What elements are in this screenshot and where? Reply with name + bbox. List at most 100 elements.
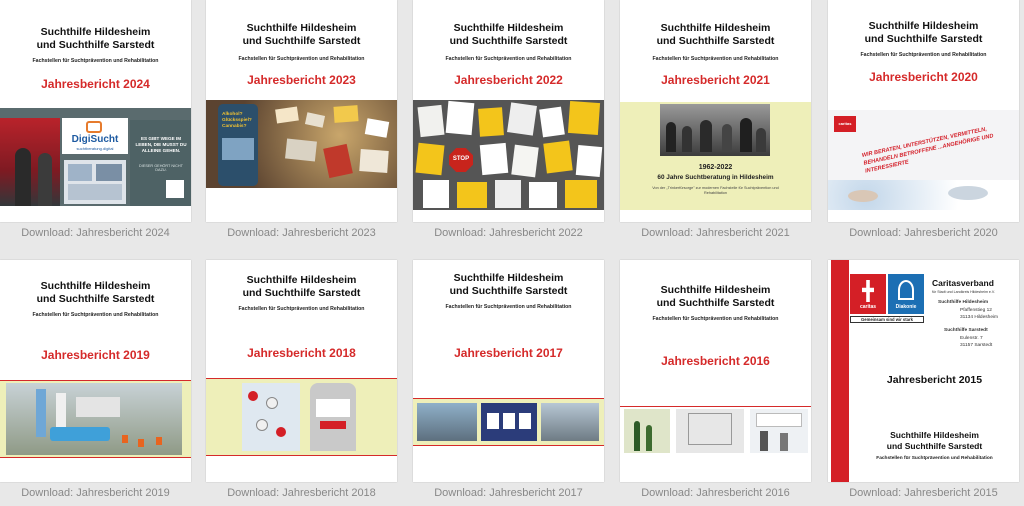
report-card-2015[interactable]: caritas Diakonie Gemeinsam sind wir star… bbox=[828, 260, 1019, 506]
download-link[interactable]: Download: Jahresbericht 2016 bbox=[620, 484, 811, 502]
addr2-street: Eulenstr. 7 bbox=[960, 336, 983, 341]
report-card-2018[interactable]: Suchthilfe Hildesheim und Suchthilfe Sar… bbox=[206, 260, 397, 506]
org-line-1: Suchthilfe Hildesheim bbox=[246, 22, 357, 34]
addr1-street: Pfaffenstieg 12 bbox=[960, 308, 992, 313]
cover-photo bbox=[413, 399, 604, 445]
report-card-2024[interactable]: Suchthilfe Hildesheim und Suchthilfe Sar… bbox=[0, 0, 191, 246]
download-link[interactable]: Download: Jahresbericht 2019 bbox=[0, 484, 191, 502]
subtitle: Fachstellen für Suchtprävention und Reha… bbox=[32, 58, 159, 64]
report-year-title: Jahresbericht 2016 bbox=[661, 354, 770, 368]
addr2-name: Suchthilfe Sarstedt bbox=[944, 328, 988, 333]
report-cover[interactable]: Suchthilfe Hildesheim und Suchthilfe Sar… bbox=[206, 260, 397, 482]
org-line-1: Suchthilfe Hildesheim bbox=[246, 274, 357, 286]
anniversary-title: 60 Jahre Suchtberatung in Hildesheim bbox=[657, 174, 774, 181]
report-grid: Suchthilfe Hildesheim und Suchthilfe Sar… bbox=[0, 0, 1024, 502]
org-line-2: und Suchthilfe Sarstedt bbox=[864, 33, 983, 45]
report-year-title: Jahresbericht 2015 bbox=[886, 374, 983, 386]
phone-text: Alkohol? Glücksspiel? Cannabis? bbox=[222, 112, 252, 129]
report-cover[interactable]: Suchthilfe Hildesheim und Suchthilfe Sar… bbox=[620, 0, 811, 222]
cover-photo: STOP bbox=[413, 100, 604, 210]
org-line-1: Suchthilfe Hildesheim bbox=[868, 20, 979, 32]
cover-photo: caritas WIR BERATEN, UNTERSTÜTZEN, VERMI… bbox=[828, 110, 1019, 210]
subtitle: Fachstellen für Suchtprävention und Reha… bbox=[445, 304, 572, 310]
subtitle: Fachstellen für Suchtprävention und Reha… bbox=[860, 52, 987, 58]
download-link[interactable]: Download: Jahresbericht 2020 bbox=[828, 224, 1019, 242]
download-link[interactable]: Download: Jahresbericht 2018 bbox=[206, 484, 397, 502]
org-line-1: Suchthilfe Hildesheim bbox=[660, 284, 771, 296]
report-cover[interactable]: Suchthilfe Hildesheim und Suchthilfe Sar… bbox=[0, 0, 191, 222]
org-line-1: Suchthilfe Hildesheim bbox=[40, 26, 151, 38]
org-line-2: und Suchthilfe Sarstedt bbox=[656, 297, 775, 309]
download-link[interactable]: Download: Jahresbericht 2015 bbox=[828, 484, 1019, 502]
tagline: Gemeinsam sind wir stark bbox=[850, 316, 924, 323]
report-card-2017[interactable]: Suchthilfe Hildesheim und Suchthilfe Sar… bbox=[413, 260, 604, 506]
addr2-city: 31157 Sarstedt bbox=[960, 343, 993, 348]
download-link[interactable]: Download: Jahresbericht 2023 bbox=[206, 224, 397, 242]
report-cover[interactable]: Suchthilfe Hildesheim und Suchthilfe Sar… bbox=[413, 0, 604, 222]
report-year-title: Jahresbericht 2021 bbox=[661, 73, 770, 87]
verband-sub: für Stadt und Landkreis Hildesheim e.V. bbox=[932, 290, 995, 294]
cover-photo: DigiSucht suchtberatung.digital ES GIBT … bbox=[0, 108, 191, 206]
report-year-title: Jahresbericht 2024 bbox=[41, 77, 150, 91]
report-year-title: Jahresbericht 2018 bbox=[247, 346, 356, 360]
promo-text: ES GIBT WEGE IM LEBEN, DIE MUSST DU ALLE… bbox=[135, 136, 187, 153]
subtitle: Fachstellen für Suchtprävention und Reha… bbox=[238, 306, 365, 312]
report-year-title: Jahresbericht 2022 bbox=[454, 73, 563, 87]
report-cover[interactable]: Suchthilfe Hildesheim und Suchthilfe Sar… bbox=[206, 0, 397, 222]
subtitle: Fachstellen für Suchtprävention und Reha… bbox=[652, 56, 779, 62]
download-link[interactable]: Download: Jahresbericht 2024 bbox=[0, 224, 191, 242]
verband-name: Caritasverband bbox=[932, 278, 994, 288]
org-line-2: und Suchthilfe Sarstedt bbox=[242, 287, 361, 299]
org-line-1: Suchthilfe Hildesheim bbox=[660, 22, 771, 34]
org-line-2: und Suchthilfe Sarstedt bbox=[36, 293, 155, 305]
diakonie-logo: Diakonie bbox=[888, 274, 924, 314]
report-cover[interactable]: caritas Diakonie Gemeinsam sind wir star… bbox=[828, 260, 1019, 482]
download-link[interactable]: Download: Jahresbericht 2017 bbox=[413, 484, 604, 502]
report-card-2019[interactable]: Suchthilfe Hildesheim und Suchthilfe Sar… bbox=[0, 260, 191, 506]
caritas-logo: caritas bbox=[850, 274, 886, 314]
cover-photo: Alkohol? Glücksspiel? Cannabis? bbox=[206, 100, 397, 188]
logo-text: DigiSucht bbox=[71, 134, 119, 145]
red-rule bbox=[0, 457, 191, 458]
cover-photo: 1962-2022 60 Jahre Suchtberatung in Hild… bbox=[620, 102, 811, 210]
cover-photo bbox=[206, 379, 397, 455]
cover-photo bbox=[620, 407, 811, 455]
report-cover[interactable]: Suchthilfe Hildesheim und Suchthilfe Sar… bbox=[828, 0, 1019, 222]
chat-icon bbox=[86, 121, 102, 133]
report-card-2021[interactable]: Suchthilfe Hildesheim und Suchthilfe Sar… bbox=[620, 0, 811, 246]
cover-photo bbox=[0, 381, 191, 457]
logo-sub: suchtberatung.digital bbox=[76, 146, 114, 151]
report-year-title: Jahresbericht 2019 bbox=[41, 348, 150, 362]
org-line-2: und Suchthilfe Sarstedt bbox=[36, 39, 155, 51]
org-line-2: und Suchthilfe Sarstedt bbox=[886, 441, 983, 451]
org-line-1: Suchthilfe Hildesheim bbox=[453, 22, 564, 34]
report-cover[interactable]: Suchthilfe Hildesheim und Suchthilfe Sar… bbox=[413, 260, 604, 482]
addr1-name: Suchthilfe Hildesheim bbox=[938, 300, 989, 305]
red-rule bbox=[206, 455, 397, 456]
subtitle: Fachstellen für Suchtprävention und Reha… bbox=[876, 456, 993, 461]
promo-sub: DIESER GEHÖRT NICHT DAZU. bbox=[139, 164, 183, 172]
report-card-2022[interactable]: Suchthilfe Hildesheim und Suchthilfe Sar… bbox=[413, 0, 604, 246]
org-line-1: Suchthilfe Hildesheim bbox=[40, 280, 151, 292]
org-line-1: Suchthilfe Hildesheim bbox=[890, 430, 979, 440]
stop-sign-text: STOP bbox=[452, 156, 470, 162]
slogan-text: WIR BERATEN, UNTERSTÜTZEN, VERMITTELN, B… bbox=[861, 126, 995, 175]
org-line-2: und Suchthilfe Sarstedt bbox=[242, 35, 361, 47]
report-card-2020[interactable]: Suchthilfe Hildesheim und Suchthilfe Sar… bbox=[828, 0, 1019, 246]
subtitle: Fachstellen für Suchtprävention und Reha… bbox=[238, 56, 365, 62]
report-year-title: Jahresbericht 2017 bbox=[454, 346, 563, 360]
download-link[interactable]: Download: Jahresbericht 2021 bbox=[620, 224, 811, 242]
report-cover[interactable]: Suchthilfe Hildesheim und Suchthilfe Sar… bbox=[620, 260, 811, 482]
org-line-1: Suchthilfe Hildesheim bbox=[453, 272, 564, 284]
download-link[interactable]: Download: Jahresbericht 2022 bbox=[413, 224, 604, 242]
subtitle: Fachstellen für Suchtprävention und Reha… bbox=[445, 56, 572, 62]
red-rule bbox=[413, 445, 604, 446]
report-year-title: Jahresbericht 2020 bbox=[869, 70, 978, 84]
anniversary-sub: Von der „Trinkerfürsorge" zur modernen F… bbox=[652, 186, 779, 195]
caritas-logo: caritas bbox=[834, 116, 856, 132]
report-card-2023[interactable]: Suchthilfe Hildesheim und Suchthilfe Sar… bbox=[206, 0, 397, 246]
report-cover[interactable]: Suchthilfe Hildesheim und Suchthilfe Sar… bbox=[0, 260, 191, 482]
report-card-2016[interactable]: Suchthilfe Hildesheim und Suchthilfe Sar… bbox=[620, 260, 811, 506]
org-line-2: und Suchthilfe Sarstedt bbox=[449, 35, 568, 47]
subtitle: Fachstellen für Suchtprävention und Reha… bbox=[32, 312, 159, 318]
